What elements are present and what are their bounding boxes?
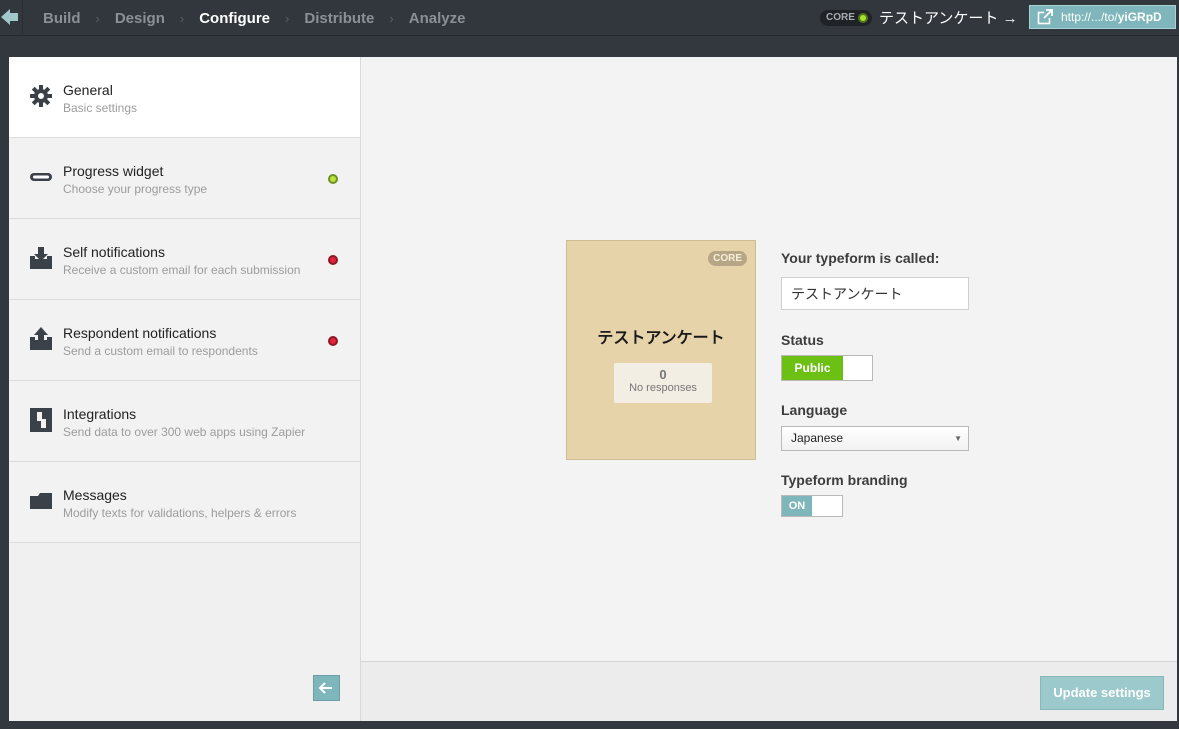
branding-value: ON [782,496,812,516]
plan-badge: CORE [820,10,872,26]
sidebar-item-subtitle: Basic settings [63,101,138,115]
sidebar-item-title: Respondent notifications [63,325,217,341]
sidebar-item-title: Messages [63,487,127,503]
external-link-icon [1037,9,1053,32]
sidebar-item-title: Integrations [63,406,137,422]
top-bar: Build › Design › Configure › Distribute … [0,0,1179,36]
responses-box: 0 No responses [614,363,712,403]
plan-badge: CORE [708,251,747,266]
arrow-left-icon [314,682,339,704]
status-toggle[interactable]: Public [781,355,873,381]
branding-toggle[interactable]: ON [781,495,843,517]
sidebar-item-title: Self notifications [63,244,165,260]
language-value: Japanese [791,431,844,445]
inbox-upload-icon [29,327,53,351]
chevron-right-icon: › [95,10,100,26]
sidebar-item-progress-widget[interactable]: Progress widget Choose your progress typ… [9,138,360,219]
nav-build[interactable]: Build [43,10,81,27]
branding-label: Typeform branding [781,472,908,488]
sidebar-item-self-notifications[interactable]: Self notifications Receive a custom emai… [9,219,360,300]
responses-label: No responses [629,382,697,394]
sidebar-item-subtitle: Choose your progress type [63,182,208,196]
name-label: Your typeform is called: [781,250,940,266]
status-dot-icon [328,336,338,346]
folder-icon [29,489,53,513]
status-dot-icon [328,174,338,184]
chevron-down-icon: ▼ [954,434,962,443]
collapse-sidebar-button[interactable] [313,675,340,701]
chevron-right-icon: › [285,10,290,26]
sidebar-item-title: Progress widget [63,163,164,179]
chevron-right-icon: › [179,10,185,26]
chevron-right-icon: › [389,10,394,26]
card-title: テストアンケート [597,330,725,347]
status-value: Public [782,356,843,380]
settings-sidebar: General Basic settings Progress widget C… [9,57,361,721]
settings-frame: General Basic settings Progress widget C… [9,57,1177,721]
workflow-nav: Build › Design › Configure › Distribute … [22,0,465,36]
update-settings-button[interactable]: Update settings [1040,676,1164,710]
settings-footer: Update settings [361,661,1177,721]
status-indicator-icon [858,13,868,23]
responses-count: 0 [659,367,667,382]
typeform-preview-card[interactable]: CORE テストアンケート 0 No responses [566,240,756,460]
nav-distribute[interactable]: Distribute [304,10,374,27]
nav-analyze[interactable]: Analyze [409,10,466,27]
form-title[interactable]: テストアンケート → [879,7,1018,28]
nav-configure[interactable]: Configure [199,10,270,27]
sidebar-item-subtitle: Send data to over 300 web apps using Zap… [63,425,306,439]
sidebar-item-title: General [63,82,113,98]
form-url-link[interactable]: http://.../to/yiGRpD [1029,5,1176,29]
plan-badge-label: CORE [826,12,855,23]
language-select[interactable]: Japanese ▼ [781,426,969,451]
integrations-icon [29,408,53,432]
sidebar-item-subtitle: Modify texts for validations, helpers & … [63,506,297,520]
sidebar-item-subtitle: Receive a custom email for each submissi… [63,263,301,277]
url-id: yiGRpD [1117,10,1162,24]
sidebar-item-messages[interactable]: Messages Modify texts for validations, h… [9,462,360,543]
sidebar-item-general[interactable]: General Basic settings [9,57,360,138]
sidebar-item-subtitle: Send a custom email to respondents [63,344,258,358]
url-prefix: http://.../to/ [1061,10,1118,24]
inbox-download-icon [29,246,53,270]
sidebar-item-integrations[interactable]: Integrations Send data to over 300 web a… [9,381,360,462]
back-arrow-icon[interactable] [0,5,22,29]
status-label: Status [781,332,824,348]
gear-icon [29,84,53,108]
nav-design[interactable]: Design [115,10,165,27]
sidebar-item-respondent-notifications[interactable]: Respondent notifications Send a custom e… [9,300,360,381]
general-settings-panel: CORE テストアンケート 0 No responses Your typefo… [361,57,1177,661]
language-label: Language [781,402,848,418]
typeform-name-input[interactable] [781,277,969,310]
status-dot-icon [328,255,338,265]
progress-bar-icon [29,165,53,189]
